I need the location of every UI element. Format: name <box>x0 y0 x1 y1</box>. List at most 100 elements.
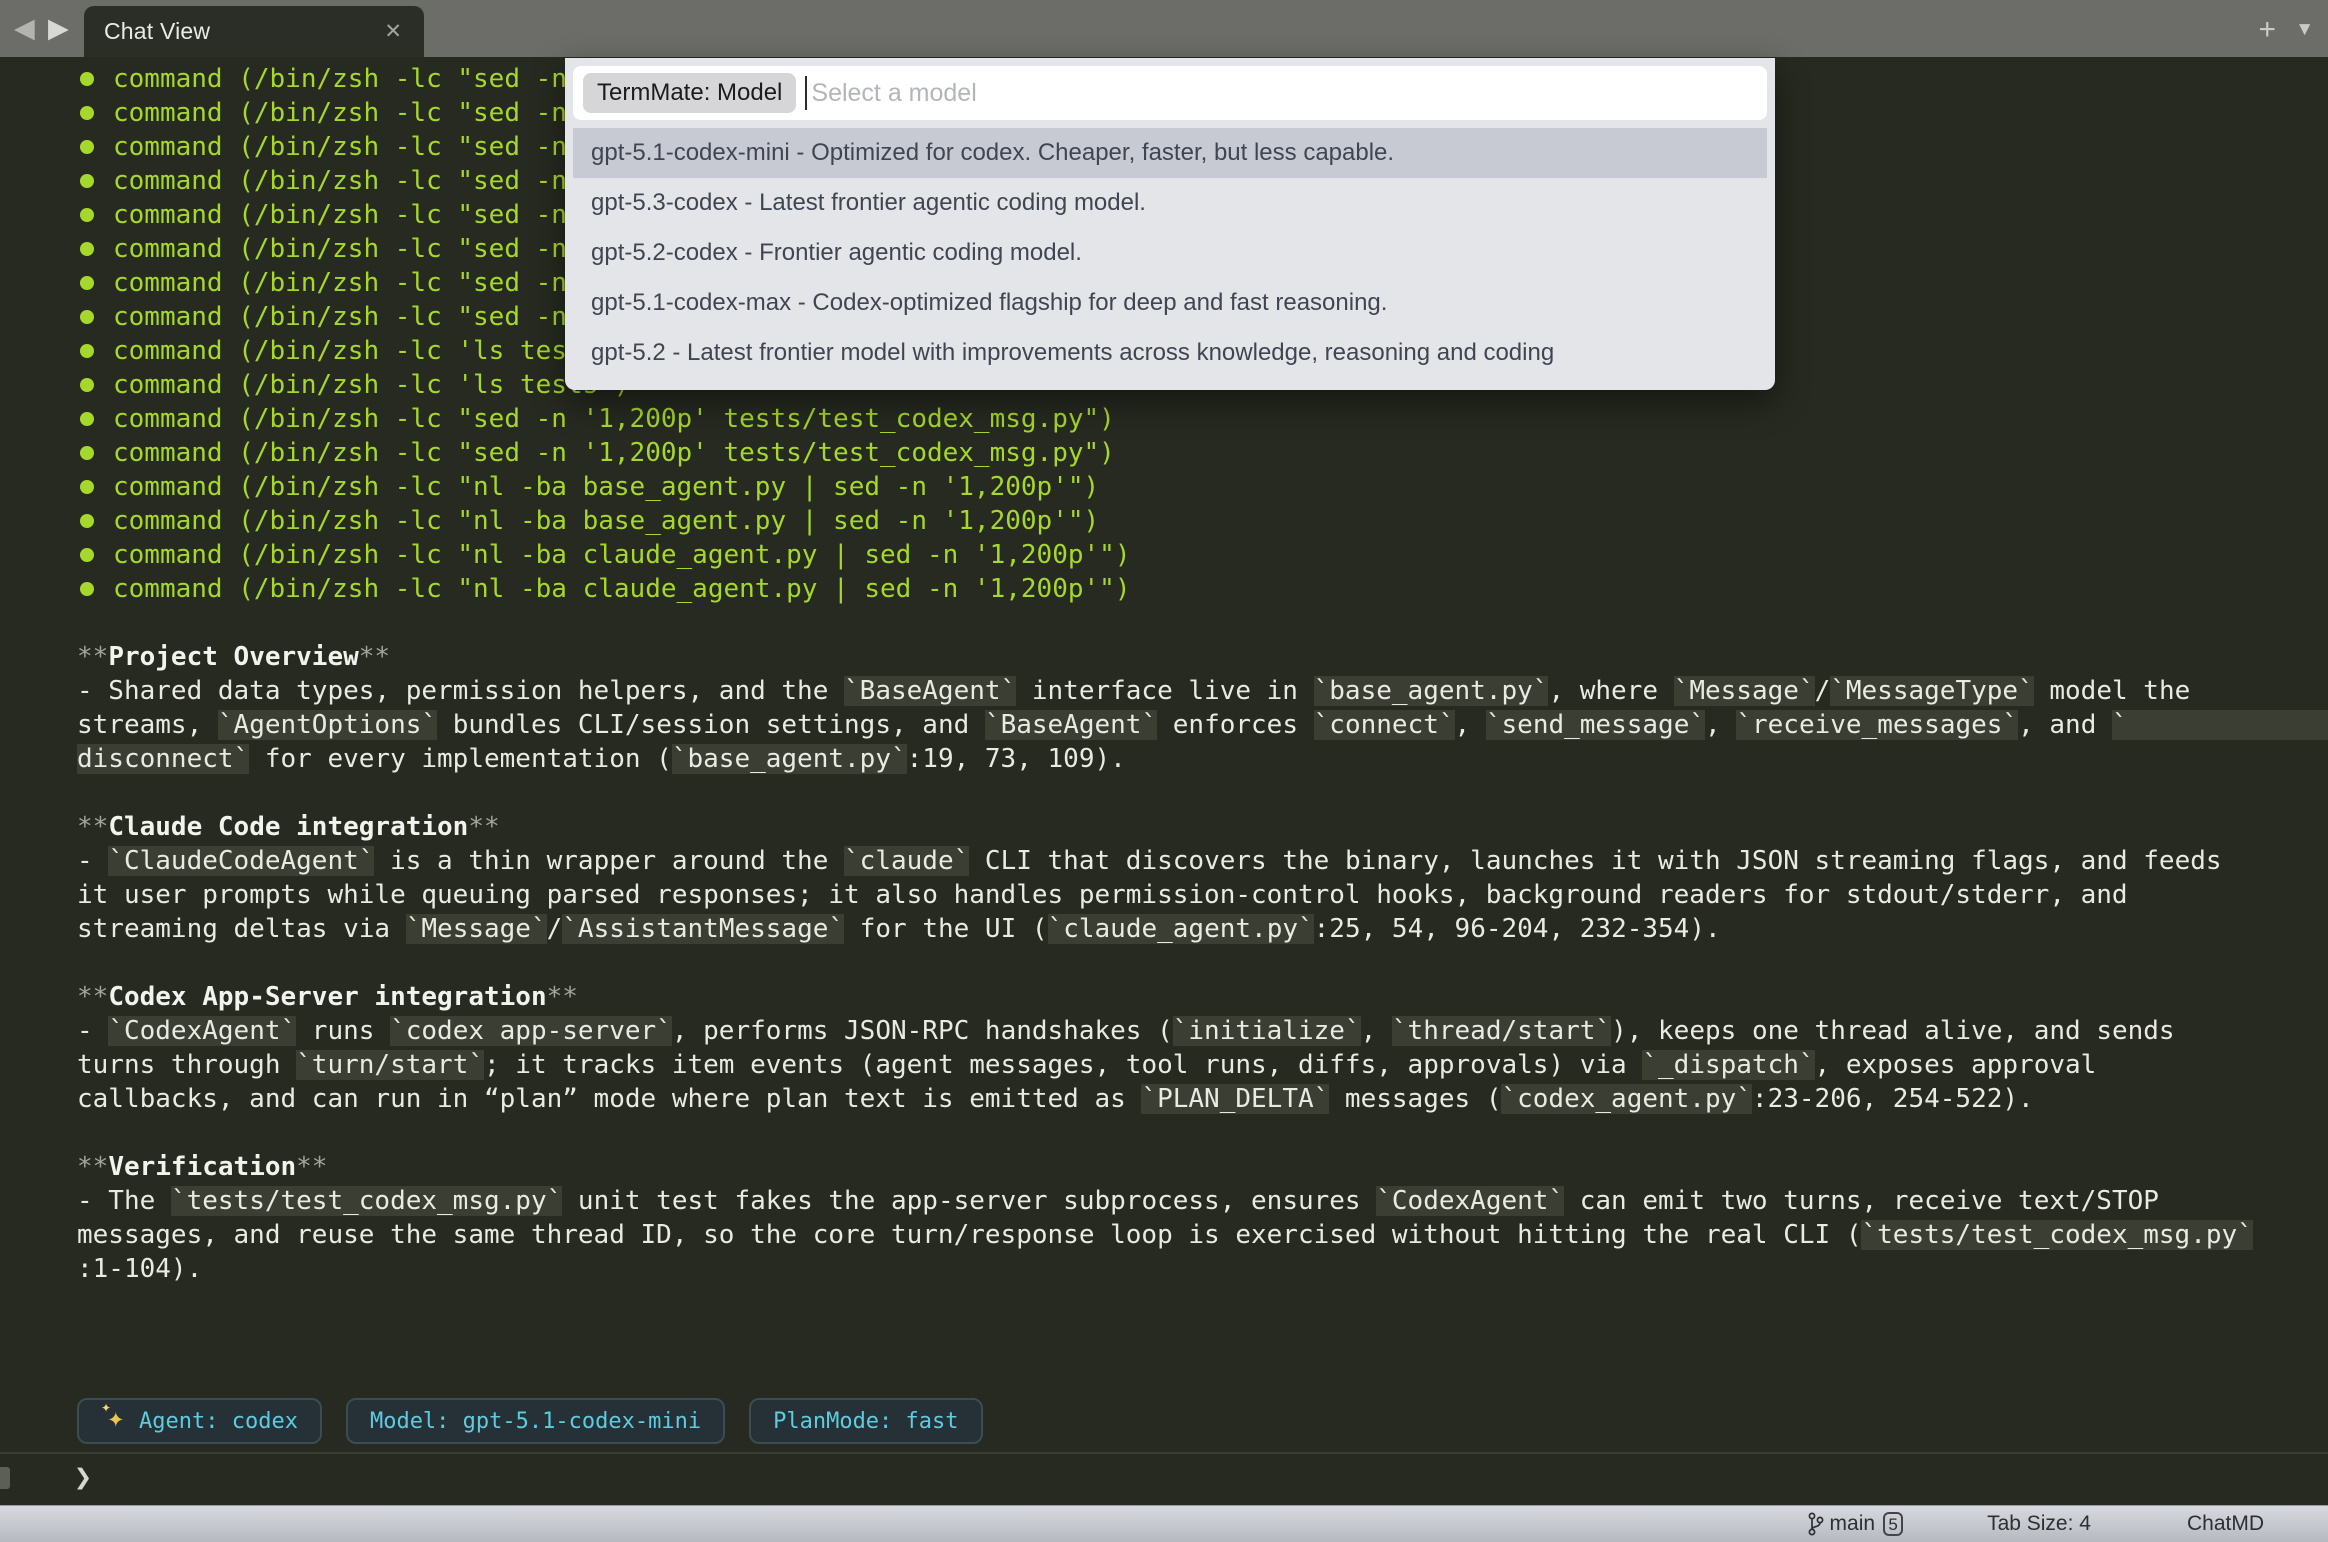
command-text: command (/bin/zsh -lc "nl -ba base_agent… <box>113 504 1099 538</box>
prose-text: messages, and reuse the same thread ID, … <box>77 1220 1861 1250</box>
nav-back-icon[interactable]: ◀ <box>14 11 35 45</box>
branch-name: main <box>1830 1512 1876 1536</box>
prose-text: - Shared data types, permission helpers,… <box>77 676 844 706</box>
git-branch[interactable]: main 5 <box>1807 1511 1904 1537</box>
prose-text: enforces <box>1157 710 1314 740</box>
section-title-text: Project Overview <box>108 642 358 672</box>
section-title-text: Claude Code integration <box>108 812 468 842</box>
sparkles-icon: ✦✦ <box>101 1406 131 1436</box>
branch-count-badge: 5 <box>1883 1512 1903 1536</box>
command-palette: TermMate: Model Select a model gpt-5.1-c… <box>565 58 1775 390</box>
prose-text: :25, 54, 96-204, 232-354). <box>1314 914 1721 944</box>
command-text: command (/bin/zsh -lc "nl -ba claude_age… <box>113 572 1130 606</box>
bold-marker: ** <box>359 642 390 672</box>
inline-code: `BaseAgent` <box>844 676 1016 706</box>
command-line: command (/bin/zsh -lc "nl -ba claude_age… <box>77 572 1130 606</box>
prose-text: , performs JSON-RPC handshakes ( <box>672 1016 1173 1046</box>
inline-code: `Message` <box>1674 676 1815 706</box>
tab-size-indicator[interactable]: Tab Size: 4 <box>1987 1512 2091 1536</box>
section-title: **Verification** <box>77 1150 2328 1184</box>
inline-code: `base_agent.py` <box>1314 676 1549 706</box>
prose-text: ), keeps one thread alive, and sends <box>1611 1016 2175 1046</box>
new-tab-icon[interactable]: + <box>2258 13 2276 47</box>
palette-input[interactable]: TermMate: Model Select a model <box>573 66 1767 120</box>
prose-text: interface live in <box>1016 676 1313 706</box>
prose-line: - `ClaudeCodeAgent` is a thin wrapper ar… <box>77 844 2328 878</box>
section-title: **Codex App-Server integration** <box>77 980 2328 1014</box>
prose-text: ; it tracks item events (agent messages,… <box>484 1050 1642 1080</box>
palette-placeholder: Select a model <box>811 79 976 108</box>
prose-text: :23-206, 254-522). <box>1752 1084 2034 1114</box>
prose-text: streams, <box>77 710 218 740</box>
bold-marker: ** <box>547 982 578 1012</box>
section: **Verification**- The `tests/test_codex_… <box>77 1150 2328 1286</box>
prose-line: streams, `AgentOptions` bundles CLI/sess… <box>77 708 2328 742</box>
prose-text: for the UI ( <box>844 914 1048 944</box>
prose-line: - Shared data types, permission helpers,… <box>77 674 2328 708</box>
inline-code: `receive_messages` <box>1736 710 2018 740</box>
command-text: command (/bin/zsh -lc 'ls tests') <box>113 368 630 402</box>
inline-code: `codex_agent.py` <box>1501 1084 1751 1114</box>
prose-text: :19, 73, 109). <box>907 744 1126 774</box>
prose-line: - The `tests/test_codex_msg.py` unit tes… <box>77 1184 2328 1218</box>
palette-item[interactable]: gpt-5.2 - Latest frontier model with imp… <box>573 328 1767 378</box>
prose-text: is a thin wrapper around the <box>374 846 844 876</box>
prose-line: callbacks, and can run in “plan” mode wh… <box>77 1082 2328 1116</box>
prose-text: for every implementation ( <box>249 744 672 774</box>
left-edge-notch <box>0 1467 10 1489</box>
prose-text: - <box>77 846 108 876</box>
close-icon[interactable]: ✕ <box>384 19 402 44</box>
tab-title: Chat View <box>104 18 210 45</box>
chips: ✦✦Agent: codex Model: gpt-5.1-codex-mini P… <box>77 1398 983 1444</box>
bullet-icon <box>80 242 94 256</box>
chip-model[interactable]: Model: gpt-5.1-codex-mini <box>346 1398 725 1444</box>
chip-label: PlanMode: fast <box>773 1409 958 1434</box>
input-divider <box>0 1452 2328 1454</box>
command-text: command (/bin/zsh -lc "nl -ba claude_age… <box>113 538 1130 572</box>
inline-code: `thread/start` <box>1392 1016 1611 1046</box>
command-text: command (/bin/zsh -lc 'ls tests') <box>113 334 630 368</box>
prose-text: - <box>77 1016 108 1046</box>
bullet-icon <box>80 310 94 324</box>
prose-line: disconnect` for every implementation (`b… <box>77 742 2328 776</box>
inline-code: `ClaudeCodeAgent` <box>108 846 374 876</box>
prose-text: can emit two turns, receive text/STOP <box>1564 1186 2159 1216</box>
inline-code: `codex app-server` <box>390 1016 672 1046</box>
palette-item[interactable]: gpt-5.2-codex - Frontier agentic coding … <box>573 228 1767 278</box>
section: **Project Overview** - Shared data types,… <box>77 640 2328 776</box>
inline-code: `tests/test_codex_msg.py` <box>1861 1220 2252 1250</box>
bold-marker: ** <box>77 642 108 672</box>
prose-text: unit test fakes the app-server subproces… <box>562 1186 1376 1216</box>
command-line: command (/bin/zsh -lc "sed -n '1,200p' t… <box>77 402 1130 436</box>
bullet-icon <box>80 480 94 494</box>
prompt-chevron[interactable]: ❯ <box>74 1455 92 1501</box>
bold-marker: ** <box>77 812 108 842</box>
section: **Codex App-Server integration**- `Codex… <box>77 980 2328 1116</box>
tab-chat-view[interactable]: Chat View ✕ <box>84 6 424 57</box>
status-bar: main 5 Tab Size: 4 ChatMD <box>0 1505 2328 1542</box>
prose-line: :1-104). <box>77 1252 2328 1286</box>
inline-code: `connect` <box>1314 710 1455 740</box>
tab-overflow-icon[interactable]: ▼ <box>2295 19 2314 41</box>
palette-list: gpt-5.1-codex-mini - Optimized for codex… <box>565 128 1775 378</box>
nav-forward-icon[interactable]: ▶ <box>48 11 69 45</box>
chip-agent[interactable]: ✦✦Agent: codex <box>77 1398 322 1444</box>
prose-line: messages, and reuse the same thread ID, … <box>77 1218 2328 1252</box>
section: **Claude Code integration**- `ClaudeCode… <box>77 810 2328 946</box>
command-text: command (/bin/zsh -lc "sed -n '1,200p' t… <box>113 402 1115 436</box>
prose-line: - `CodexAgent` runs `codex app-server`, … <box>77 1014 2328 1048</box>
palette-item[interactable]: gpt-5.3-codex - Latest frontier agentic … <box>573 178 1767 228</box>
command-text: command (/bin/zsh -lc "sed -n '1,200p' t… <box>113 436 1115 470</box>
bullet-icon <box>80 174 94 188</box>
prose-text: / <box>547 914 563 944</box>
section-title: **Claude Code integration** <box>77 810 2328 844</box>
inline-code: `_dispatch` <box>1642 1050 1814 1080</box>
palette-item[interactable]: gpt-5.1-codex-max - Codex-optimized flag… <box>573 278 1767 328</box>
chip-planmode[interactable]: PlanMode: fast <box>749 1398 982 1444</box>
syntax-mode-indicator[interactable]: ChatMD <box>2187 1512 2264 1536</box>
prose-text: - The <box>77 1186 171 1216</box>
inline-code: ` <box>2112 710 2328 740</box>
prose-text: turns through <box>77 1050 296 1080</box>
palette-item[interactable]: gpt-5.1-codex-mini - Optimized for codex… <box>573 128 1767 178</box>
inline-code: `claude_agent.py` <box>1048 914 1314 944</box>
